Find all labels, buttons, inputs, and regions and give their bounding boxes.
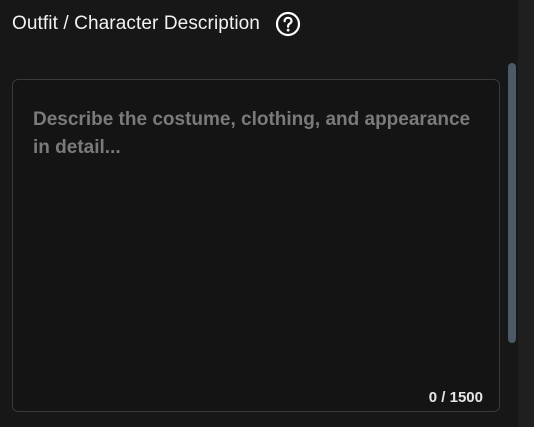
scrollbar-track[interactable] — [518, 0, 534, 427]
character-counter: 0 / 1500 — [428, 389, 483, 406]
description-textarea[interactable] — [13, 80, 499, 411]
description-textarea-container: 0 / 1500 — [12, 79, 500, 412]
field-title: Outfit / Character Description — [12, 13, 260, 34]
question-circle-icon[interactable] — [274, 10, 302, 38]
scrollbar-thumb[interactable] — [508, 63, 516, 343]
question-circle-icon-graphic — [275, 11, 301, 37]
field-header: Outfit / Character Description — [12, 9, 302, 39]
outfit-description-panel: Outfit / Character Description 0 / 1500 — [0, 0, 518, 427]
